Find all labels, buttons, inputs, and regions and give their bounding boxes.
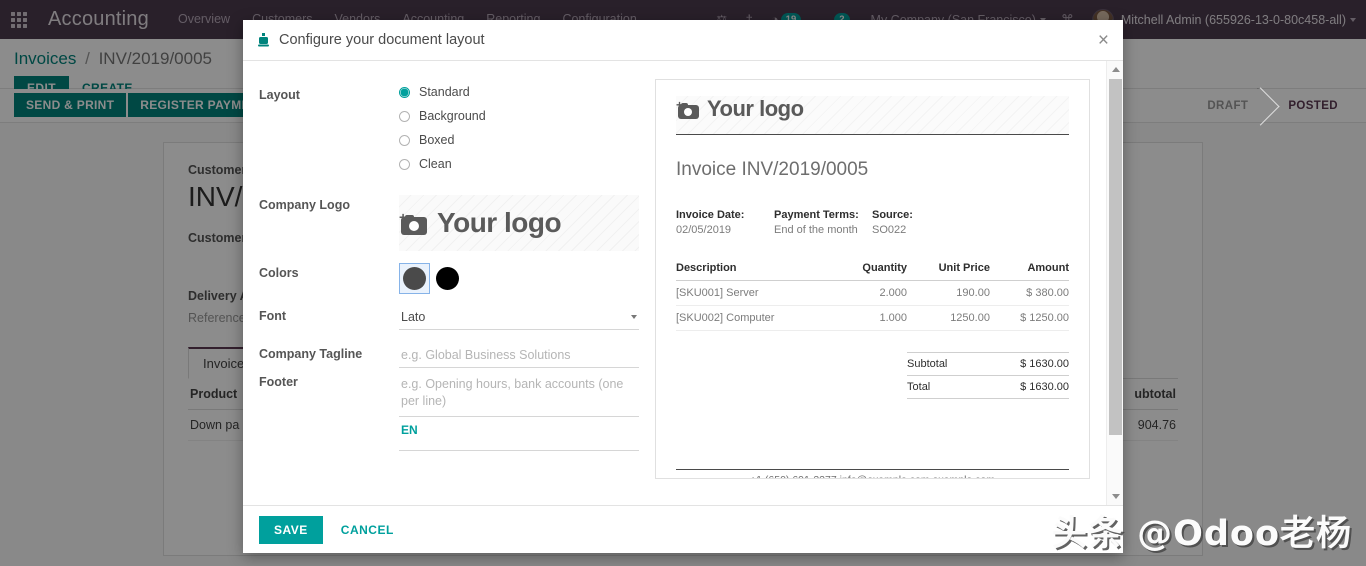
radio-standard-icon <box>399 86 410 98</box>
meta-payment-terms: Payment Terms: End of the month <box>774 209 872 236</box>
cell-description: [SKU002] Computer <box>676 305 835 331</box>
cell-amount: $ 1250.00 <box>989 305 1069 331</box>
dialog-body: Layout Standard Background Boxed Clean C… <box>243 61 1123 505</box>
camera-add-icon: + <box>676 99 700 119</box>
field-company-logo: Company Logo + Your logo <box>259 195 639 251</box>
label-company-tagline: Company Tagline <box>259 347 363 361</box>
company-logo-upload[interactable]: + Your logo <box>399 195 639 251</box>
preview-logo-text: Your logo <box>707 96 804 121</box>
meta-label: Source: <box>872 209 913 221</box>
total-label: Total <box>907 375 990 399</box>
radio-option-clean[interactable]: Clean <box>399 157 639 171</box>
preview-meta: Invoice Date: 02/05/2019 Payment Terms: … <box>676 209 1069 236</box>
field-footer: Footer e.g. Opening hours, bank accounts… <box>259 372 639 451</box>
document-preview: + Your logo Invoice INV/2019/0005 Invoic… <box>655 79 1090 505</box>
scroll-down-icon[interactable] <box>1107 488 1123 505</box>
save-button[interactable]: SAVE <box>259 515 323 544</box>
meta-source: Source: SO022 <box>872 209 970 236</box>
document-layout-dialog: Configure your document layout × Layout … <box>243 20 1123 553</box>
clipped-next-field <box>399 443 639 451</box>
language-tag[interactable]: EN <box>399 417 639 437</box>
layout-radio-group: Standard Background Boxed Clean <box>399 85 639 181</box>
subtotal-label: Subtotal <box>907 352 990 376</box>
preview-document-title: Invoice INV/2019/0005 <box>676 159 869 180</box>
field-layout: Layout Standard Background Boxed Clean <box>259 85 639 181</box>
radio-clean-label: Clean <box>419 157 452 171</box>
header-unit-price: Unit Price <box>907 258 990 281</box>
label-font: Font <box>259 309 287 323</box>
subtotal-value: $ 1630.00 <box>989 352 1069 376</box>
label-colors: Colors <box>259 266 299 280</box>
scrollbar-thumb[interactable] <box>1109 79 1122 435</box>
field-font: Font Lato <box>259 306 639 330</box>
close-icon[interactable]: × <box>1098 31 1109 50</box>
cell-quantity: 2.000 <box>834 280 908 306</box>
dialog-header: Configure your document layout × <box>243 20 1123 61</box>
meta-invoice-date: Invoice Date: 02/05/2019 <box>676 209 774 236</box>
header-amount: Amount <box>989 258 1069 281</box>
radio-background-icon <box>399 110 410 122</box>
radio-boxed-icon <box>399 134 410 146</box>
preview-footer: +1 (650) 691-3277 info@example.com examp… <box>676 469 1069 478</box>
dialog-content: Layout Standard Background Boxed Clean C… <box>243 61 1106 505</box>
meta-value: End of the month <box>774 224 858 236</box>
font-select[interactable]: Lato <box>399 306 639 330</box>
meta-label: Invoice Date: <box>676 209 745 221</box>
radio-boxed-label: Boxed <box>419 133 455 147</box>
primary-color-swatch[interactable] <box>399 263 430 294</box>
cancel-button[interactable]: CANCEL <box>329 516 406 544</box>
spacer-row <box>676 331 1069 353</box>
footer-input[interactable]: e.g. Opening hours, bank accounts (one p… <box>399 372 639 417</box>
preview-table-header: Description Quantity Unit Price Amount <box>676 258 1069 281</box>
color-swatches <box>399 263 639 294</box>
header-quantity: Quantity <box>834 258 908 281</box>
dialog-title: Configure your document layout <box>279 32 485 48</box>
table-row: [SKU001] Server 2.000 190.00 $ 380.00 <box>676 280 1069 306</box>
radio-option-background[interactable]: Background <box>399 109 639 123</box>
chevron-down-icon <box>631 315 637 319</box>
radio-option-standard[interactable]: Standard <box>399 85 639 99</box>
company-logo-placeholder: Your logo <box>437 207 562 238</box>
radio-background-label: Background <box>419 109 486 123</box>
dialog-footer: SAVE CANCEL <box>243 505 1123 553</box>
layout-form: Layout Standard Background Boxed Clean C… <box>259 79 639 505</box>
preview-paper: + Your logo Invoice INV/2019/0005 Invoic… <box>655 79 1090 479</box>
preview-lines-table: Description Quantity Unit Price Amount [… <box>676 258 1069 399</box>
radio-standard-label: Standard <box>419 85 470 99</box>
camera-add-icon: + <box>399 210 429 235</box>
cell-unit-price: 190.00 <box>907 280 990 306</box>
secondary-color-swatch[interactable] <box>432 263 463 294</box>
cell-unit-price: 1250.00 <box>907 305 990 331</box>
cell-quantity: 1.000 <box>834 305 908 331</box>
label-footer: Footer <box>259 375 298 389</box>
meta-label: Payment Terms: <box>774 209 859 221</box>
meta-value: SO022 <box>872 224 907 236</box>
label-layout: Layout <box>259 88 300 102</box>
header-description: Description <box>676 258 835 281</box>
total-row: Total $ 1630.00 <box>676 375 1069 399</box>
subtotal-row: Subtotal $ 1630.00 <box>676 352 1069 376</box>
label-company-logo: Company Logo <box>259 198 350 212</box>
radio-clean-icon <box>399 158 410 170</box>
font-selected-value: Lato <box>401 310 426 324</box>
company-tagline-input[interactable]: e.g. Global Business Solutions <box>399 344 639 368</box>
radio-option-boxed[interactable]: Boxed <box>399 133 639 147</box>
field-colors: Colors <box>259 263 639 294</box>
cell-amount: $ 380.00 <box>989 280 1069 306</box>
scroll-up-icon[interactable] <box>1107 61 1123 78</box>
preview-logo-header: + Your logo <box>676 96 1069 135</box>
layout-config-icon <box>257 32 270 48</box>
table-row: [SKU002] Computer 1.000 1250.00 $ 1250.0… <box>676 305 1069 331</box>
field-company-tagline: Company Tagline e.g. Global Business Sol… <box>259 344 639 368</box>
dialog-scrollbar[interactable] <box>1106 61 1123 505</box>
meta-value: 02/05/2019 <box>676 224 732 236</box>
cell-description: [SKU001] Server <box>676 280 835 306</box>
total-value: $ 1630.00 <box>989 375 1069 399</box>
